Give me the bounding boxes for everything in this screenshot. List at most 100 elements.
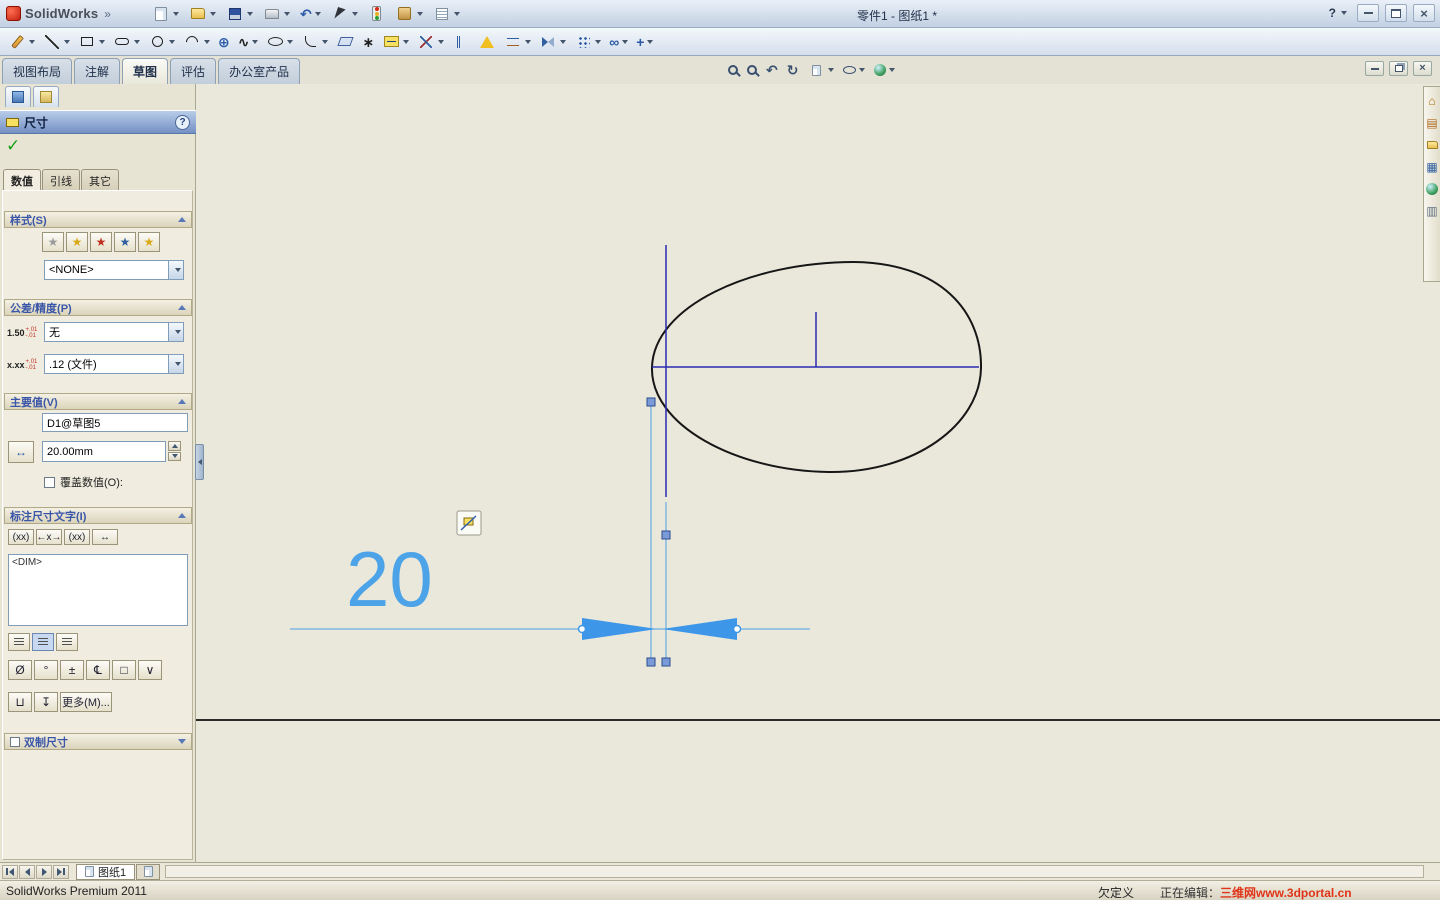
rotate-view-button[interactable]: ↻ <box>785 61 801 79</box>
appearances-button[interactable] <box>872 62 897 78</box>
degree-symbol-button[interactable]: ° <box>34 660 58 680</box>
drag-handle[interactable] <box>646 397 656 407</box>
add-sheet-tab[interactable] <box>136 863 161 880</box>
justify-left-button[interactable] <box>8 633 30 651</box>
tab-other[interactable]: 其它 <box>81 169 119 191</box>
document-minimize-button[interactable] <box>1365 61 1384 76</box>
dim-text-position-button-4[interactable]: ↔ <box>92 529 118 545</box>
centerline-symbol-button[interactable]: ℄ <box>86 660 110 680</box>
tolerance-section-header[interactable]: 公差/精度(P) <box>4 299 192 316</box>
precision-dropdown[interactable]: .12 (文件) <box>44 354 184 374</box>
style-dropdown[interactable]: <NONE> <box>44 260 184 280</box>
document-close-button[interactable]: × <box>1413 61 1432 76</box>
save-style-button[interactable]: ★ <box>114 232 136 252</box>
trim-entities-button[interactable] <box>414 31 447 53</box>
justify-center-button[interactable] <box>32 633 54 651</box>
solidworks-resources-tab[interactable]: ⌂ <box>1425 93 1440 108</box>
options-button[interactable] <box>393 3 426 25</box>
dimension-name-field[interactable] <box>42 413 188 432</box>
close-button[interactable]: × <box>1413 4 1435 22</box>
previous-view-button[interactable]: ↶ <box>764 61 780 79</box>
smart-dimension-button[interactable] <box>379 31 412 53</box>
tolerance-dropdown-button[interactable] <box>168 323 183 341</box>
add-style-button[interactable]: ★ <box>66 232 88 252</box>
save-button[interactable] <box>223 3 256 25</box>
diameter-symbol-button[interactable]: Ø <box>8 660 32 680</box>
hide-show-items-button[interactable] <box>841 64 867 76</box>
file-properties-button[interactable] <box>430 3 463 25</box>
dimension-value-text[interactable]: 20 <box>346 535 433 623</box>
linear-sketch-pattern-button[interactable] <box>571 31 604 53</box>
appearances-tab[interactable] <box>1425 181 1440 196</box>
style-dropdown-button[interactable] <box>168 261 183 279</box>
dimension-text-section-header[interactable]: 标注尺寸文字(I) <box>4 507 192 524</box>
rectangle-button[interactable] <box>75 31 108 53</box>
dim-text-position-button-1[interactable]: (xx) <box>8 529 34 545</box>
dimension-value-field[interactable] <box>42 441 166 462</box>
arc-button[interactable] <box>180 31 213 53</box>
dimension-text-box[interactable]: <DIM> <box>8 554 188 626</box>
justify-right-button[interactable] <box>56 633 78 651</box>
dimension-arrow-handle-left[interactable] <box>577 624 587 634</box>
drag-handle[interactable] <box>661 657 671 667</box>
property-manager-tab[interactable] <box>5 86 31 107</box>
spinner-up-button[interactable] <box>168 441 181 451</box>
circle-button[interactable] <box>145 31 178 53</box>
dimension-arrow-left[interactable] <box>582 618 657 640</box>
quick-snaps-button[interactable]: + <box>633 33 656 51</box>
view-palette-tab[interactable]: ▦ <box>1425 159 1440 174</box>
point-button[interactable]: ∗ <box>359 33 377 51</box>
repair-sketch-button[interactable] <box>475 31 499 53</box>
apply-default-style-button[interactable]: ★ <box>42 232 64 252</box>
tab-annotation[interactable]: 注解 <box>74 58 121 84</box>
tolerance-type-dropdown[interactable]: 无 <box>44 322 184 342</box>
sketch-button[interactable] <box>5 31 38 53</box>
override-value-checkbox[interactable] <box>44 476 55 488</box>
spinner-down-button[interactable] <box>168 451 181 461</box>
zoom-to-area-button[interactable] <box>745 63 759 77</box>
tab-evaluate[interactable]: 评估 <box>170 58 217 84</box>
print-button[interactable] <box>260 3 293 25</box>
appearance-pane-tab[interactable] <box>33 86 59 107</box>
mirror-entities-button[interactable] <box>536 31 569 53</box>
zoom-fit-button[interactable] <box>726 63 740 77</box>
tab-view-layout[interactable]: 视图布局 <box>2 58 73 84</box>
dimension-value-button[interactable]: ↔ <box>8 441 34 463</box>
next-sheet-button[interactable] <box>36 864 52 879</box>
tab-value[interactable]: 数值 <box>3 169 41 191</box>
ellipse-button[interactable] <box>263 31 296 53</box>
horizontal-scrollbar[interactable] <box>165 865 1424 878</box>
load-style-button[interactable]: ★ <box>138 232 160 252</box>
last-sheet-button[interactable] <box>53 864 69 879</box>
select-button[interactable] <box>328 3 361 25</box>
solidworks-menu[interactable]: SolidWorks » <box>6 6 111 21</box>
help-button[interactable]: ? <box>1325 4 1351 22</box>
square-symbol-button[interactable]: □ <box>112 660 136 680</box>
depth-symbol-button[interactable]: ↧ <box>34 692 58 712</box>
new-document-button[interactable] <box>149 3 182 25</box>
slot-button[interactable] <box>110 31 143 53</box>
ok-button[interactable]: ✓ <box>6 136 20 155</box>
graphics-area[interactable]: 20 <box>196 84 1440 862</box>
minimize-button[interactable] <box>1357 4 1379 22</box>
perimeter-circle-button[interactable]: ⊕ <box>215 33 233 51</box>
dim-text-position-button-3[interactable]: (xx) <box>64 529 90 545</box>
maximize-button[interactable] <box>1385 4 1407 22</box>
convert-entities-button[interactable] <box>449 31 473 53</box>
rebuild-button[interactable] <box>365 3 389 25</box>
dimension-arrow-handle-right[interactable] <box>732 624 742 634</box>
tab-office-products[interactable]: 办公室产品 <box>218 58 301 84</box>
more-symbols-button[interactable]: ∨ <box>138 660 162 680</box>
document-restore-button[interactable] <box>1389 61 1408 76</box>
offset-entities-button[interactable] <box>501 31 534 53</box>
spline-button[interactable]: ∿ <box>235 33 262 51</box>
custom-properties-tab[interactable]: ▥ <box>1425 203 1440 218</box>
plane-button[interactable] <box>333 31 357 53</box>
design-library-tab[interactable]: ▤ <box>1425 115 1440 130</box>
previous-sheet-button[interactable] <box>19 864 35 879</box>
dim-text-position-button-2[interactable]: ←x→ <box>36 529 62 545</box>
display-delete-relations-button[interactable]: ∞ <box>606 33 631 51</box>
file-explorer-tab[interactable] <box>1425 137 1440 152</box>
fillet-button[interactable] <box>298 31 331 53</box>
more-button[interactable]: 更多(M)... <box>60 692 112 712</box>
